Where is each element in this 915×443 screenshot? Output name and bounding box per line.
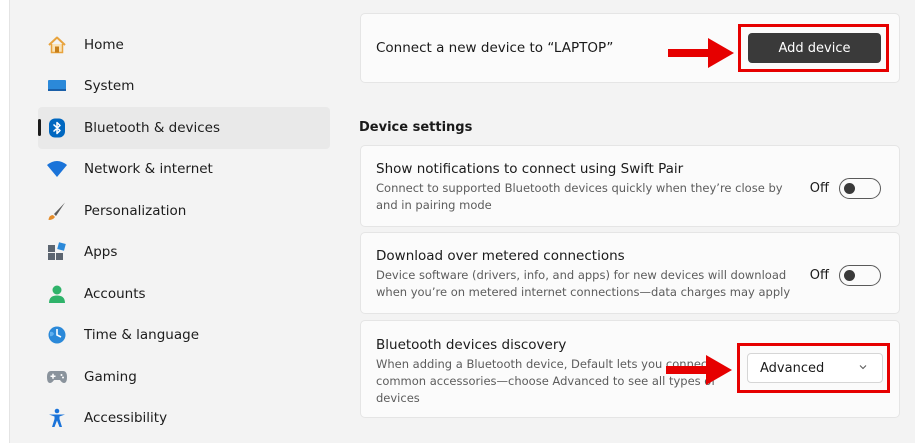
device-settings-heading: Device settings <box>359 120 473 135</box>
metered-toggle-state: Off <box>809 268 829 283</box>
swift-pair-title: Show notifications to connect using Swif… <box>376 161 684 177</box>
metered-description: Device software (drivers, info, and apps… <box>376 267 796 301</box>
sidebar-item-label: Gaming <box>84 368 137 385</box>
swift-pair-toggle-state: Off <box>809 181 829 196</box>
sidebar-item-apps[interactable]: Apps <box>38 232 330 274</box>
highlight-box-dropdown <box>737 343 890 393</box>
highlight-box-add-device <box>738 24 889 72</box>
sidebar-item-network[interactable]: Network & internet <box>38 149 330 191</box>
sidebar-item-label: Network & internet <box>84 161 213 178</box>
bluetooth-icon <box>46 117 68 139</box>
discovery-desc-line: devices <box>376 391 420 405</box>
toggle-knob <box>844 270 855 281</box>
sidebar-item-home[interactable]: Home <box>38 24 330 66</box>
swift-pair-toggle-group: Off <box>810 178 881 199</box>
swift-pair-card: Show notifications to connect using Swif… <box>360 145 900 227</box>
arrow-icon <box>666 355 732 385</box>
metered-desc-line: Device software (drivers, info, and apps… <box>376 268 787 282</box>
swift-pair-description: Connect to supported Bluetooth devices q… <box>376 180 786 214</box>
sidebar-item-system[interactable]: System <box>38 66 330 108</box>
sidebar-item-label: Home <box>84 36 124 53</box>
metered-desc-line: when you’re on metered internet connecti… <box>376 285 791 299</box>
swift-pair-desc-line: and in pairing mode <box>376 198 492 212</box>
discovery-title: Bluetooth devices discovery <box>376 337 567 353</box>
system-icon <box>46 75 68 97</box>
globe-clock-icon <box>46 324 68 346</box>
accessibility-icon <box>46 407 68 429</box>
connect-device-title: Connect a new device to “LAPTOP” <box>376 40 614 56</box>
window-left-edge <box>0 0 10 443</box>
swift-pair-desc-line: Connect to supported Bluetooth devices q… <box>376 181 783 195</box>
home-icon <box>46 34 68 56</box>
metered-connections-card: Download over metered connections Device… <box>360 232 900 314</box>
arrow-icon <box>668 38 734 68</box>
account-icon <box>46 283 68 305</box>
metered-toggle[interactable] <box>839 265 881 286</box>
sidebar-item-accounts[interactable]: Accounts <box>38 273 330 315</box>
sidebar-item-personalization[interactable]: Personalization <box>38 190 330 232</box>
swift-pair-toggle[interactable] <box>839 178 881 199</box>
sidebar-item-label: Apps <box>84 244 118 261</box>
brush-icon <box>46 200 68 222</box>
sidebar-item-label: Accessibility <box>84 410 168 427</box>
active-indicator <box>38 119 41 136</box>
sidebar-item-label: Bluetooth & devices <box>84 119 221 136</box>
sidebar-item-label: Personalization <box>84 202 187 219</box>
sidebar-item-label: Time & language <box>84 327 200 344</box>
apps-icon <box>46 241 68 263</box>
sidebar-item-accessibility[interactable]: Accessibility <box>38 398 330 440</box>
gamepad-icon <box>46 366 68 388</box>
toggle-knob <box>844 183 855 194</box>
sidebar-item-gaming[interactable]: Gaming <box>38 356 330 398</box>
sidebar-nav: Home System Bluetooth & devices Network … <box>38 24 330 439</box>
metered-title: Download over metered connections <box>376 248 625 264</box>
sidebar-item-bluetooth[interactable]: Bluetooth & devices <box>38 107 330 149</box>
wifi-icon <box>46 158 68 180</box>
sidebar-item-time-language[interactable]: Time & language <box>38 315 330 357</box>
sidebar-item-label: System <box>84 78 135 95</box>
sidebar-item-label: Accounts <box>84 285 146 302</box>
metered-toggle-group: Off <box>810 265 881 286</box>
